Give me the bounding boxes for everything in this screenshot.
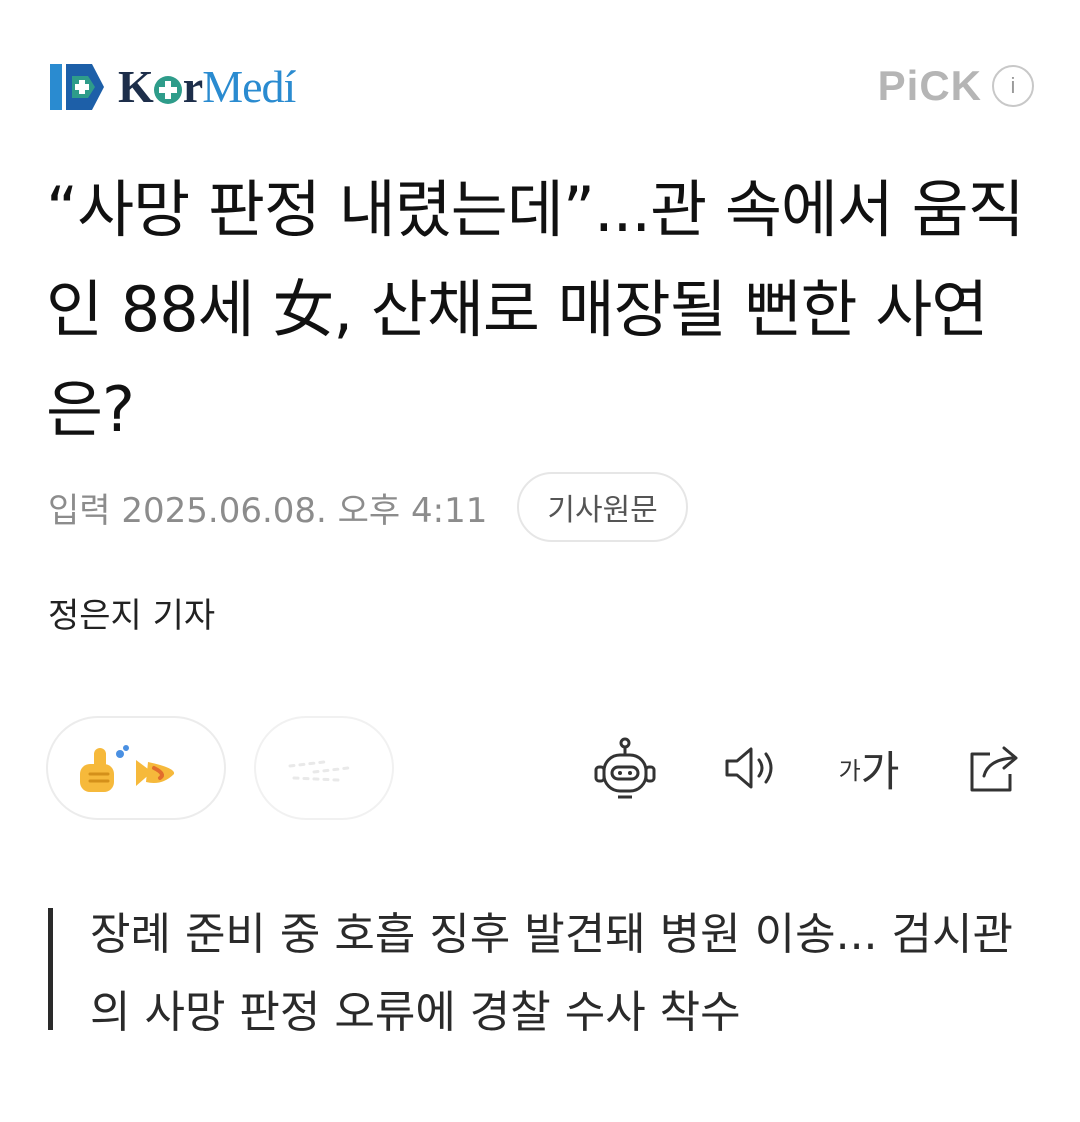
reaction-emoji-icon [136, 760, 175, 786]
pick-label: PiCK [877, 62, 982, 109]
article-toolbar: 가가 [590, 735, 1030, 801]
original-article-button[interactable]: 기사원문 [517, 472, 688, 542]
article-page: KrMedí PiCK i “사망 판정 내렸는데”...관 속에서 움직인 8… [0, 0, 1080, 1122]
reaction-button[interactable] [46, 716, 226, 820]
press-logo[interactable]: KrMedí [48, 58, 296, 116]
speaker-icon [725, 747, 773, 789]
article-headline: “사망 판정 내렸는데”...관 속에서 움직인 88세 女, 산채로 매장될 … [46, 173, 1025, 446]
share-button[interactable] [960, 735, 1030, 801]
share-icon [970, 746, 1018, 792]
article-summary: 장례 준비 중 호흡 징후 발견돼 병원 이송... 검시관의 사망 판정 오류… [48, 896, 1038, 1052]
publish-date: 입력 2025.06.08. 오후 4:11 [48, 490, 488, 531]
info-icon[interactable]: i [992, 65, 1034, 107]
thumbs-up-emoji-icon [80, 745, 129, 792]
logo-wordmark: KrMedí [118, 61, 296, 112]
kormedi-logo-icon [50, 64, 104, 110]
font-size-button[interactable]: 가가 [834, 735, 904, 801]
robot-summary-icon [594, 737, 656, 799]
font-small-label: 가 [838, 756, 861, 785]
summary-bot-button[interactable] [590, 735, 660, 801]
reaction-button-secondary[interactable] [254, 716, 394, 820]
read-aloud-button[interactable] [716, 735, 786, 801]
article-meta: 입력 2025.06.08. 오후 4:11 기사원문 [48, 472, 688, 542]
reporter-name: 정은지 기자 [48, 596, 216, 636]
reaction-faded-icon [288, 760, 350, 782]
font-big-label: 가 [860, 746, 900, 796]
pick-badge[interactable]: PiCK i [878, 62, 1034, 110]
quote-bar [48, 908, 53, 1030]
summary-text: 장례 준비 중 호흡 징후 발견돼 병원 이송... 검시관의 사망 판정 오류… [90, 909, 1013, 1038]
